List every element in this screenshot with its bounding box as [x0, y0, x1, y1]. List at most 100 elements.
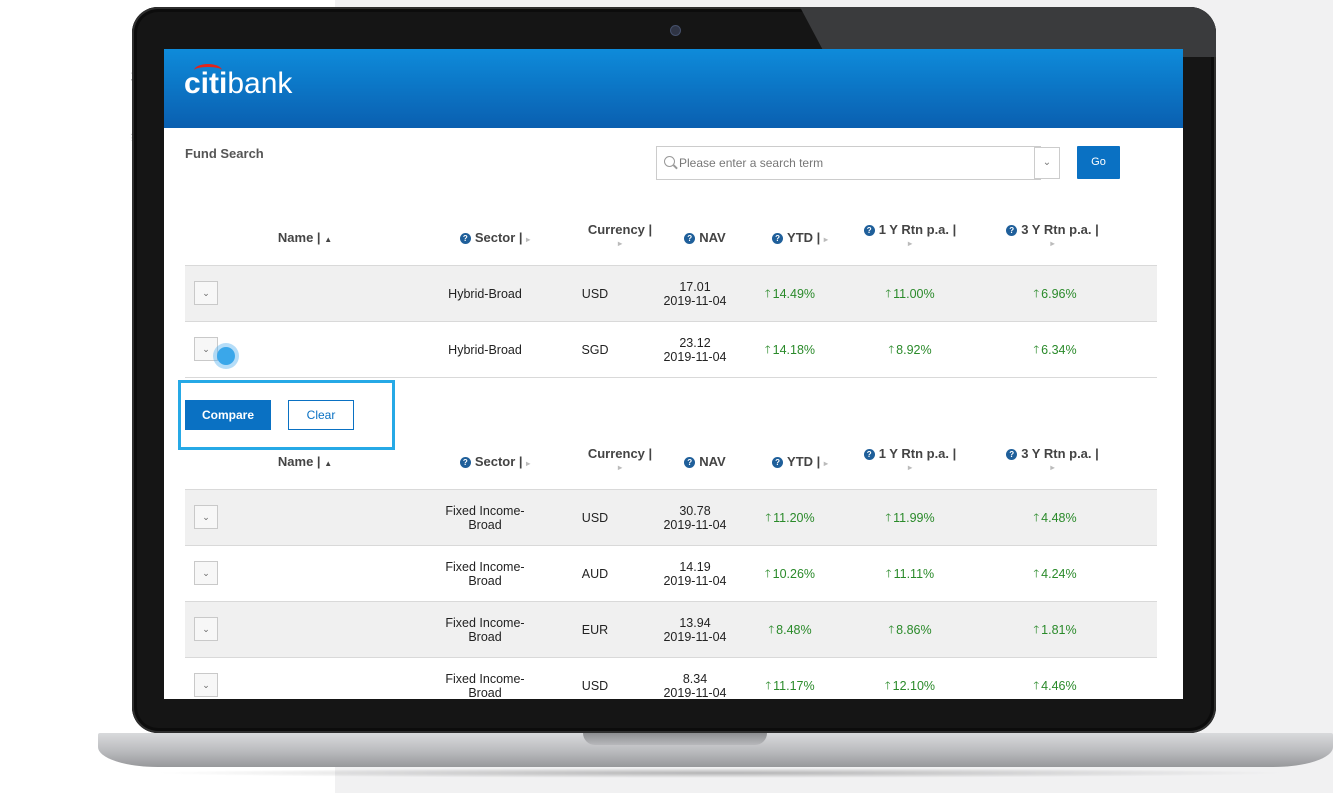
ytd-cell: 🡑 11.20% [745, 490, 835, 545]
table-row[interactable]: ⌄ Fixed Income- Broad AUD 14.19 2019-11-04… [185, 545, 1157, 601]
col-ytd[interactable]: ? YTD | ▸ [745, 229, 855, 249]
rtn3-value: 4.48% [1041, 510, 1077, 525]
ytd-cell: 🡑 10.26% [745, 546, 835, 601]
table-row[interactable]: ⌄ Hybrid-Broad SGD 23.12 2019-11-04 🡑 14.1… [185, 321, 1157, 378]
col-3y-return[interactable]: ? 3 Y Rtn p.a. | ▸ [985, 221, 1120, 249]
laptop-notch [583, 733, 767, 745]
expand-row-button[interactable]: ⌄ [194, 617, 218, 641]
help-icon[interactable]: ? [863, 449, 875, 460]
logo-light-text: bank [227, 67, 293, 100]
nav-date: 2019-11-04 [663, 349, 727, 364]
search-dropdown-button[interactable]: ⌄ [1034, 147, 1060, 179]
col-1y-return[interactable]: ? 1 Y Rtn p.a. | ▸ [845, 221, 975, 249]
table-row[interactable]: ⌄ Hybrid-Broad USD 17.01 2019-11-04 🡑 14.4… [185, 265, 1157, 321]
sector-line: Broad [468, 517, 502, 532]
rtn1-value: 11.11% [893, 566, 935, 581]
help-icon[interactable]: ? [459, 457, 471, 468]
arrow-up-icon: 🡑 [1033, 287, 1040, 300]
camera-icon [670, 25, 681, 36]
sector-line: Fixed Income- [445, 671, 525, 686]
rtn3-cell: 🡑 4.46% [1010, 658, 1100, 699]
sort-up-icon: ▲ [324, 459, 333, 468]
rtn1-cell: 🡑 11.00% [865, 266, 955, 321]
col-3y-label: 3 Y Rtn p.a. [1021, 222, 1092, 237]
col-name[interactable]: Name | ▲ [250, 229, 360, 249]
expand-row-button[interactable]: ⌄ [194, 337, 218, 361]
col-ytd-label: YTD [787, 230, 814, 245]
sector-cell: Fixed Income- Broad [430, 490, 540, 545]
col-nav[interactable]: ? NAV [660, 453, 750, 471]
expand-row-button[interactable]: ⌄ [194, 505, 218, 529]
nav-value: 14.19 [679, 559, 711, 574]
table-row[interactable]: ⌄ Fixed Income- Broad USD 30.78 2019-11-04… [185, 489, 1157, 545]
nav-date: 2019-11-04 [663, 517, 727, 532]
citibank-logo[interactable]: citibank [184, 64, 293, 101]
col-currency-label: Currency [587, 222, 645, 237]
nav-value: 17.01 [679, 279, 711, 294]
search-input[interactable]: Please enter a search term [656, 146, 1041, 180]
sector-line: Broad [468, 573, 502, 588]
col-nav[interactable]: ? NAV [660, 229, 750, 247]
col-currency[interactable]: Currency | ▸ [565, 445, 675, 473]
expand-row-button[interactable]: ⌄ [194, 561, 218, 585]
rtn3-value: 4.46% [1041, 678, 1077, 693]
arrow-up-icon: 🡑 [1033, 567, 1040, 580]
rtn3-cell: 🡑 4.48% [1010, 490, 1100, 545]
nav-value: 23.12 [679, 335, 711, 350]
help-icon[interactable]: ? [772, 457, 784, 468]
rtn3-value: 6.96% [1041, 286, 1077, 301]
col-currency[interactable]: Currency | ▸ [565, 221, 675, 249]
compare-button[interactable]: Compare [185, 400, 271, 430]
table-row[interactable]: ⌄ Fixed Income- Broad EUR 13.94 2019-11-04… [185, 601, 1157, 657]
col-currency-label: Currency [587, 446, 645, 461]
col-name-label: Name [277, 230, 314, 245]
col-3y-return[interactable]: ? 3 Y Rtn p.a. | ▸ [985, 445, 1120, 473]
arrow-up-icon: 🡑 [765, 511, 772, 524]
rtn3-cell: 🡑 4.24% [1010, 546, 1100, 601]
currency-cell: USD [581, 510, 609, 525]
ytd-value: 11.17% [773, 678, 815, 693]
tap-cursor-indicator [217, 347, 235, 365]
rtn1-value: 11.00% [893, 286, 935, 301]
sector-cell: Fixed Income- Broad [430, 658, 540, 700]
clear-button[interactable]: Clear [288, 400, 354, 430]
nav-cell: 17.01 2019-11-04 [650, 266, 740, 321]
ytd-cell: 🡑 14.49% [745, 266, 835, 321]
col-sector[interactable]: ? Sector | ▸ [435, 453, 555, 473]
arrow-up-icon: 🡑 [888, 343, 895, 356]
sector-line: Broad [468, 629, 502, 644]
nav-date: 2019-11-04 [663, 573, 727, 588]
help-icon[interactable]: ? [684, 233, 696, 244]
help-icon[interactable]: ? [459, 233, 471, 244]
currency-cell: USD [581, 678, 609, 693]
help-icon[interactable]: ? [684, 457, 696, 468]
col-name[interactable]: Name | ▲ [250, 453, 360, 473]
col-ytd[interactable]: ? YTD | ▸ [745, 453, 855, 473]
expand-row-button[interactable]: ⌄ [194, 673, 218, 697]
nav-cell: 23.12 2019-11-04 [650, 322, 740, 377]
arrow-up-icon: 🡑 [884, 679, 891, 692]
help-icon[interactable]: ? [863, 225, 875, 236]
help-icon[interactable]: ? [1006, 449, 1018, 460]
search-placeholder: Please enter a search term [679, 156, 824, 170]
expand-row-button[interactable]: ⌄ [194, 281, 218, 305]
help-icon[interactable]: ? [772, 233, 784, 244]
currency-cell: EUR [581, 622, 609, 637]
ytd-value: 11.20% [773, 510, 815, 525]
fund-table-2: Name | ▲ ? Sector | ▸ Currency | ▸ ? NAV ? Y… [185, 433, 1157, 699]
table-row[interactable]: ⌄ Fixed Income- Broad USD 8.34 2019-11-04 … [185, 657, 1157, 699]
help-icon[interactable]: ? [1006, 225, 1018, 236]
col-sector[interactable]: ? Sector | ▸ [435, 229, 555, 249]
ytd-value: 10.26% [772, 566, 816, 581]
currency-cell: AUD [581, 566, 609, 581]
go-button[interactable]: Go [1077, 146, 1120, 179]
arrow-up-icon: 🡑 [1033, 511, 1040, 524]
col-1y-return[interactable]: ? 1 Y Rtn p.a. | ▸ [845, 445, 975, 473]
rtn1-cell: 🡑 12.10% [865, 658, 955, 699]
arrow-up-icon: 🡑 [885, 287, 892, 300]
sector-cell: Fixed Income- Broad [430, 602, 540, 657]
arrow-up-icon: 🡑 [765, 679, 772, 692]
nav-cell: 30.78 2019-11-04 [650, 490, 740, 545]
sector-line: Fixed Income- [445, 615, 525, 630]
ytd-value: 8.48% [776, 622, 812, 637]
